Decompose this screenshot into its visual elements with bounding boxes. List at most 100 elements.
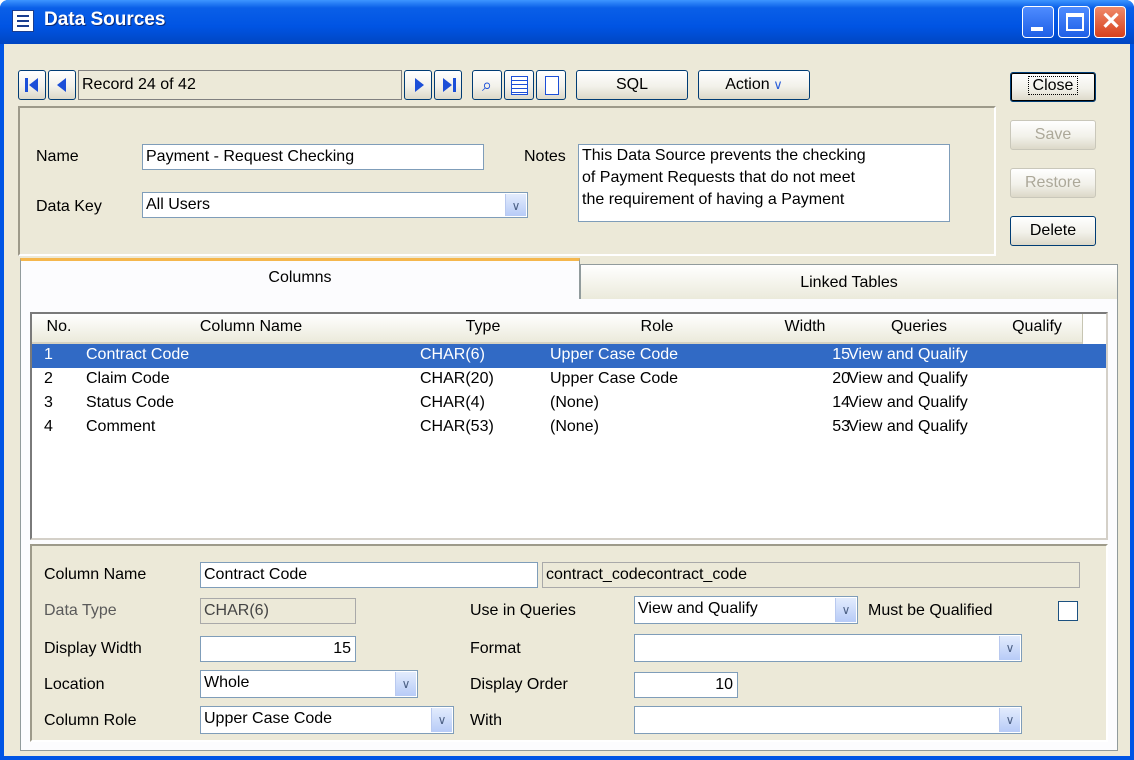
chevron-down-icon[interactable]: ∨	[999, 708, 1020, 732]
chevron-down-icon[interactable]: ∨	[505, 194, 526, 216]
table-row[interactable]: 3 Status Code CHAR(4) (None) 14 View and…	[32, 392, 1106, 416]
data-key-value: All Users	[146, 196, 211, 213]
last-record-icon	[443, 78, 452, 92]
row-role: Upper Case Code	[550, 370, 679, 387]
list-view-button[interactable]	[504, 70, 534, 100]
data-sources-icon	[12, 10, 34, 32]
grid-header-qualify[interactable]: Qualify	[992, 314, 1083, 345]
maximize-button[interactable]	[1058, 6, 1090, 38]
must-be-qualified-checkbox[interactable]	[1058, 601, 1078, 621]
grid-header-width[interactable]: Width	[764, 314, 847, 345]
row-queries: View and Qualify	[848, 418, 968, 435]
column-role-dropdown[interactable]: Upper Case Code ∨	[200, 706, 454, 734]
display-order-label: Display Order	[470, 676, 568, 693]
location-value: Whole	[204, 674, 250, 691]
grid-header-type[interactable]: Type	[416, 314, 551, 345]
list-icon	[511, 76, 528, 95]
row-column-name: Claim Code	[86, 370, 170, 387]
row-column-name: Comment	[86, 418, 156, 435]
table-row[interactable]: 1 Contract Code CHAR(6) Upper Case Code …	[32, 344, 1106, 368]
format-label: Format	[470, 640, 521, 657]
with-label: With	[470, 712, 502, 729]
close-window-button[interactable]: ✕	[1094, 6, 1126, 38]
row-no: 4	[44, 418, 53, 435]
next-record-icon	[415, 78, 424, 92]
row-no: 2	[44, 370, 53, 387]
table-row[interactable]: 2 Claim Code CHAR(20) Upper Case Code 20…	[32, 368, 1106, 392]
window: Data Sources ✕ Record 24 of 42 ⌕ SQL Act…	[0, 0, 1134, 760]
minimize-button[interactable]	[1022, 6, 1054, 38]
row-type: CHAR(20)	[420, 370, 494, 387]
sql-button[interactable]: SQL	[576, 70, 688, 100]
columns-grid[interactable]: No. Column Name Type Role Width Queries …	[30, 312, 1108, 540]
use-in-queries-value: View and Qualify	[638, 600, 758, 617]
grid-header-no[interactable]: No.	[32, 314, 87, 345]
previous-record-button[interactable]	[48, 70, 76, 100]
maximize-icon	[1066, 13, 1084, 31]
name-field[interactable]: Payment - Request Checking	[142, 144, 484, 170]
chevron-down-icon[interactable]: ∨	[395, 672, 416, 696]
tab-linked-tables[interactable]: Linked Tables	[580, 264, 1118, 300]
grid-header-queries[interactable]: Queries	[846, 314, 993, 345]
delete-button[interactable]: Delete	[1010, 216, 1096, 246]
record-position-display: Record 24 of 42	[78, 70, 402, 100]
tab-columns[interactable]: Columns	[20, 258, 580, 300]
location-label: Location	[44, 676, 105, 693]
location-dropdown[interactable]: Whole ∨	[200, 670, 418, 698]
notes-line: of Payment Requests that do not meet	[582, 169, 856, 186]
notes-line: This Data Source prevents the checking	[582, 147, 866, 164]
notes-label: Notes	[524, 148, 566, 165]
close-button[interactable]: Close	[1010, 72, 1096, 102]
row-type: CHAR(53)	[420, 418, 494, 435]
use-in-queries-label: Use in Queries	[470, 602, 576, 619]
new-record-button[interactable]	[536, 70, 566, 100]
row-no: 3	[44, 394, 53, 411]
close-button-label: Close	[1027, 76, 1079, 95]
next-record-button[interactable]	[404, 70, 432, 100]
row-queries: View and Qualify	[848, 346, 968, 363]
display-width-field[interactable]: 15	[200, 636, 356, 662]
database-column-display: contract_codecontract_code	[542, 562, 1080, 588]
row-role: Upper Case Code	[550, 346, 679, 363]
with-dropdown[interactable]: ∨	[634, 706, 1022, 734]
restore-button[interactable]: Restore	[1010, 168, 1096, 198]
action-button[interactable]: Action ∨	[698, 70, 810, 100]
column-role-label: Column Role	[44, 712, 137, 729]
grid-header-column-name[interactable]: Column Name	[86, 314, 417, 345]
binoculars-icon: ⌕	[481, 75, 493, 95]
use-in-queries-dropdown[interactable]: View and Qualify ∨	[634, 596, 858, 624]
chevron-down-icon[interactable]: ∨	[835, 598, 856, 622]
notes-line: the requirement of having a Payment	[582, 191, 845, 208]
row-no: 1	[44, 346, 53, 363]
row-role: (None)	[550, 394, 599, 411]
notes-textarea[interactable]: This Data Source prevents the checking o…	[578, 144, 950, 222]
column-role-value: Upper Case Code	[204, 710, 333, 727]
chevron-down-icon: ∨	[769, 77, 783, 92]
format-dropdown[interactable]: ∨	[634, 634, 1022, 662]
first-record-button[interactable]	[18, 70, 46, 100]
previous-record-icon	[57, 78, 66, 92]
column-name-label: Column Name	[44, 566, 147, 583]
grid-header-role[interactable]: Role	[550, 314, 765, 345]
find-button[interactable]: ⌕	[472, 70, 502, 100]
row-queries: View and Qualify	[848, 370, 968, 387]
save-button[interactable]: Save	[1010, 120, 1096, 150]
row-queries: View and Qualify	[848, 394, 968, 411]
title-bar[interactable]: Data Sources ✕	[0, 0, 1134, 44]
name-label: Name	[36, 148, 79, 165]
data-type-display: CHAR(6)	[200, 598, 356, 624]
data-key-label: Data Key	[36, 198, 102, 215]
column-name-field[interactable]: Contract Code	[200, 562, 538, 588]
chevron-down-icon[interactable]: ∨	[431, 708, 452, 732]
minimize-icon	[1031, 27, 1043, 31]
display-order-field[interactable]: 10	[634, 672, 738, 698]
row-role: (None)	[550, 418, 599, 435]
chevron-down-icon[interactable]: ∨	[999, 636, 1020, 660]
first-record-icon	[25, 78, 28, 92]
row-type: CHAR(4)	[420, 394, 485, 411]
table-row[interactable]: 4 Comment CHAR(53) (None) 53 View and Qu…	[32, 416, 1106, 440]
last-record-button[interactable]	[434, 70, 462, 100]
action-label: Action	[725, 76, 770, 93]
data-key-dropdown[interactable]: All Users ∨	[142, 192, 528, 218]
window-title: Data Sources	[44, 9, 166, 30]
